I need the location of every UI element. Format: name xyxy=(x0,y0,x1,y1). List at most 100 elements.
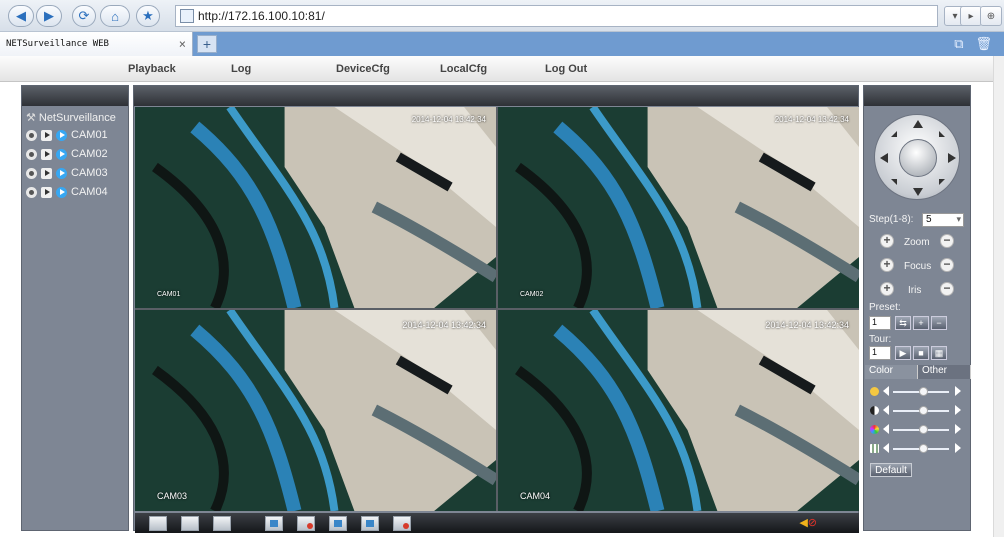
record-stop-icon[interactable] xyxy=(393,515,411,531)
contrast-slider[interactable] xyxy=(870,405,966,417)
new-tab-button[interactable]: + xyxy=(197,35,217,53)
ptz-upleft-icon[interactable] xyxy=(891,131,897,137)
record-icon[interactable] xyxy=(26,129,37,141)
slider-knob[interactable] xyxy=(918,444,928,453)
increase-arrow-icon[interactable] xyxy=(955,443,961,453)
increase-arrow-icon[interactable] xyxy=(955,405,961,415)
back-arrow-icon[interactable]: ◀ xyxy=(8,5,34,27)
camera-overlay-label: CAM04 xyxy=(520,491,551,501)
focus-out-button[interactable]: − xyxy=(940,258,954,272)
increase-arrow-icon[interactable] xyxy=(955,424,961,434)
snapshot-icon[interactable] xyxy=(329,515,347,531)
open-stream-icon[interactable] xyxy=(56,186,67,198)
ptz-right-icon[interactable] xyxy=(948,153,956,163)
iris-in-button[interactable]: + xyxy=(880,282,894,296)
tab-close-icon[interactable]: × xyxy=(179,37,186,51)
focus-in-button[interactable]: + xyxy=(880,258,894,272)
video-cell-1[interactable]: 2014-12-04 13:42:34 CAM01 xyxy=(135,107,496,308)
addon-icon[interactable]: ⊕ xyxy=(980,6,1002,26)
brightness-slider[interactable] xyxy=(870,386,966,398)
camera-row[interactable]: CAM04 xyxy=(26,186,108,198)
play-icon[interactable] xyxy=(41,167,52,179)
step-select[interactable]: 5 xyxy=(922,213,964,227)
decrease-arrow-icon[interactable] xyxy=(883,443,889,453)
refresh-icon[interactable]: ⟳ xyxy=(72,5,96,27)
tab-other[interactable]: Other xyxy=(918,365,971,379)
ptz-direction-pad[interactable] xyxy=(874,114,960,200)
address-bar[interactable]: http://172.16.100.10:81/ xyxy=(175,5,938,27)
record-icon[interactable] xyxy=(26,148,37,160)
camera-label: CAM01 xyxy=(71,129,108,141)
open-stream-icon[interactable] xyxy=(56,148,67,160)
tab-color[interactable]: Color xyxy=(865,365,918,379)
increase-arrow-icon[interactable] xyxy=(955,386,961,396)
go-icon[interactable]: ▸ xyxy=(960,6,982,26)
panel-header xyxy=(864,86,970,106)
open-stream-icon[interactable] xyxy=(56,129,67,141)
play-icon[interactable] xyxy=(41,148,52,160)
play-icon[interactable] xyxy=(41,129,52,141)
camera-row[interactable]: CAM02 xyxy=(26,148,108,160)
decrease-arrow-icon[interactable] xyxy=(883,405,889,415)
decrease-arrow-icon[interactable] xyxy=(883,386,889,396)
menu-localcfg[interactable]: LocalCfg xyxy=(440,63,487,75)
saturation-slider[interactable] xyxy=(870,424,966,436)
forward-arrow-icon[interactable]: ▶ xyxy=(36,5,62,27)
open-stream-icon[interactable] xyxy=(56,167,67,179)
slider-knob[interactable] xyxy=(918,425,928,434)
hue-slider[interactable] xyxy=(870,443,966,455)
record-icon[interactable] xyxy=(26,186,37,198)
video-cell-4[interactable]: 2014-12-04 13:42:34 CAM04 xyxy=(498,310,859,511)
favorites-star-icon[interactable]: ★ xyxy=(136,5,160,27)
quad-view-icon[interactable] xyxy=(213,515,231,531)
ptz-downright-icon[interactable] xyxy=(939,179,945,185)
slider-knob[interactable] xyxy=(918,387,928,396)
tour-input[interactable]: 1 xyxy=(869,346,891,360)
restore-icon[interactable]: ⧉ xyxy=(954,36,963,52)
ptz-down-icon[interactable] xyxy=(913,188,923,196)
record-icon[interactable] xyxy=(26,167,37,179)
zoom-out-button[interactable]: − xyxy=(940,234,954,248)
home-icon[interactable]: ⌂ xyxy=(100,5,130,27)
preset-add-icon[interactable]: + xyxy=(913,316,929,330)
ptz-center-button[interactable] xyxy=(899,139,937,177)
ptz-downleft-icon[interactable] xyxy=(891,179,897,185)
single-view-icon[interactable] xyxy=(181,515,199,531)
menu-playback[interactable]: Playback xyxy=(128,63,176,75)
page-scrollbar[interactable] xyxy=(993,56,1004,537)
camera-row[interactable]: CAM01 xyxy=(26,129,108,141)
camera-row[interactable]: CAM03 xyxy=(26,167,108,179)
play-icon[interactable] xyxy=(41,186,52,198)
menu-log[interactable]: Log xyxy=(231,63,251,75)
open-all-icon[interactable] xyxy=(265,515,283,531)
iris-out-button[interactable]: − xyxy=(940,282,954,296)
menu-devicecfg[interactable]: DeviceCfg xyxy=(336,63,390,75)
close-all-icon[interactable] xyxy=(297,515,315,531)
hue-grid-icon xyxy=(870,444,879,453)
tree-root[interactable]: ⚒ NetSurveillance xyxy=(26,111,116,125)
fullscreen-icon[interactable] xyxy=(149,515,167,531)
preset-goto-icon[interactable]: ⇆ xyxy=(895,316,911,330)
menu-logout[interactable]: Log Out xyxy=(545,63,587,75)
slider-knob[interactable] xyxy=(918,406,928,415)
volume-mute-icon[interactable]: ◀⊘ xyxy=(799,516,817,529)
ptz-up-icon[interactable] xyxy=(913,120,923,128)
tour-play-icon[interactable]: ▶ xyxy=(895,346,911,360)
device-tree-panel: ⚒ NetSurveillance CAM01 CAM02 CAM03 CAM0… xyxy=(21,85,129,531)
zoom-in-button[interactable]: + xyxy=(880,234,894,248)
preset-delete-icon[interactable]: − xyxy=(931,316,947,330)
decrease-arrow-icon[interactable] xyxy=(883,424,889,434)
ptz-upright-icon[interactable] xyxy=(939,131,945,137)
browser-toolbar: ◀ ▶ ⟳ ⌂ ★ http://172.16.100.10:81/ ▾ ▸ ⊕ xyxy=(0,0,1004,32)
trash-icon[interactable]: 🗑 xyxy=(975,36,992,52)
tour-grid-icon[interactable]: ▦ xyxy=(931,346,947,360)
browser-tab[interactable]: NETSurveillance WEB × xyxy=(0,32,193,56)
video-cell-2[interactable]: 2014-12-04 13:42:34 CAM02 xyxy=(498,107,859,308)
ptz-left-icon[interactable] xyxy=(880,153,888,163)
video-cell-3[interactable]: 2014-12-04 13:42:34 CAM03 xyxy=(135,310,496,511)
default-button[interactable]: Default xyxy=(870,463,912,477)
preset-input[interactable]: 1 xyxy=(869,316,891,330)
sun-icon xyxy=(870,387,879,396)
record-start-icon[interactable] xyxy=(361,515,379,531)
tour-stop-icon[interactable]: ■ xyxy=(913,346,929,360)
